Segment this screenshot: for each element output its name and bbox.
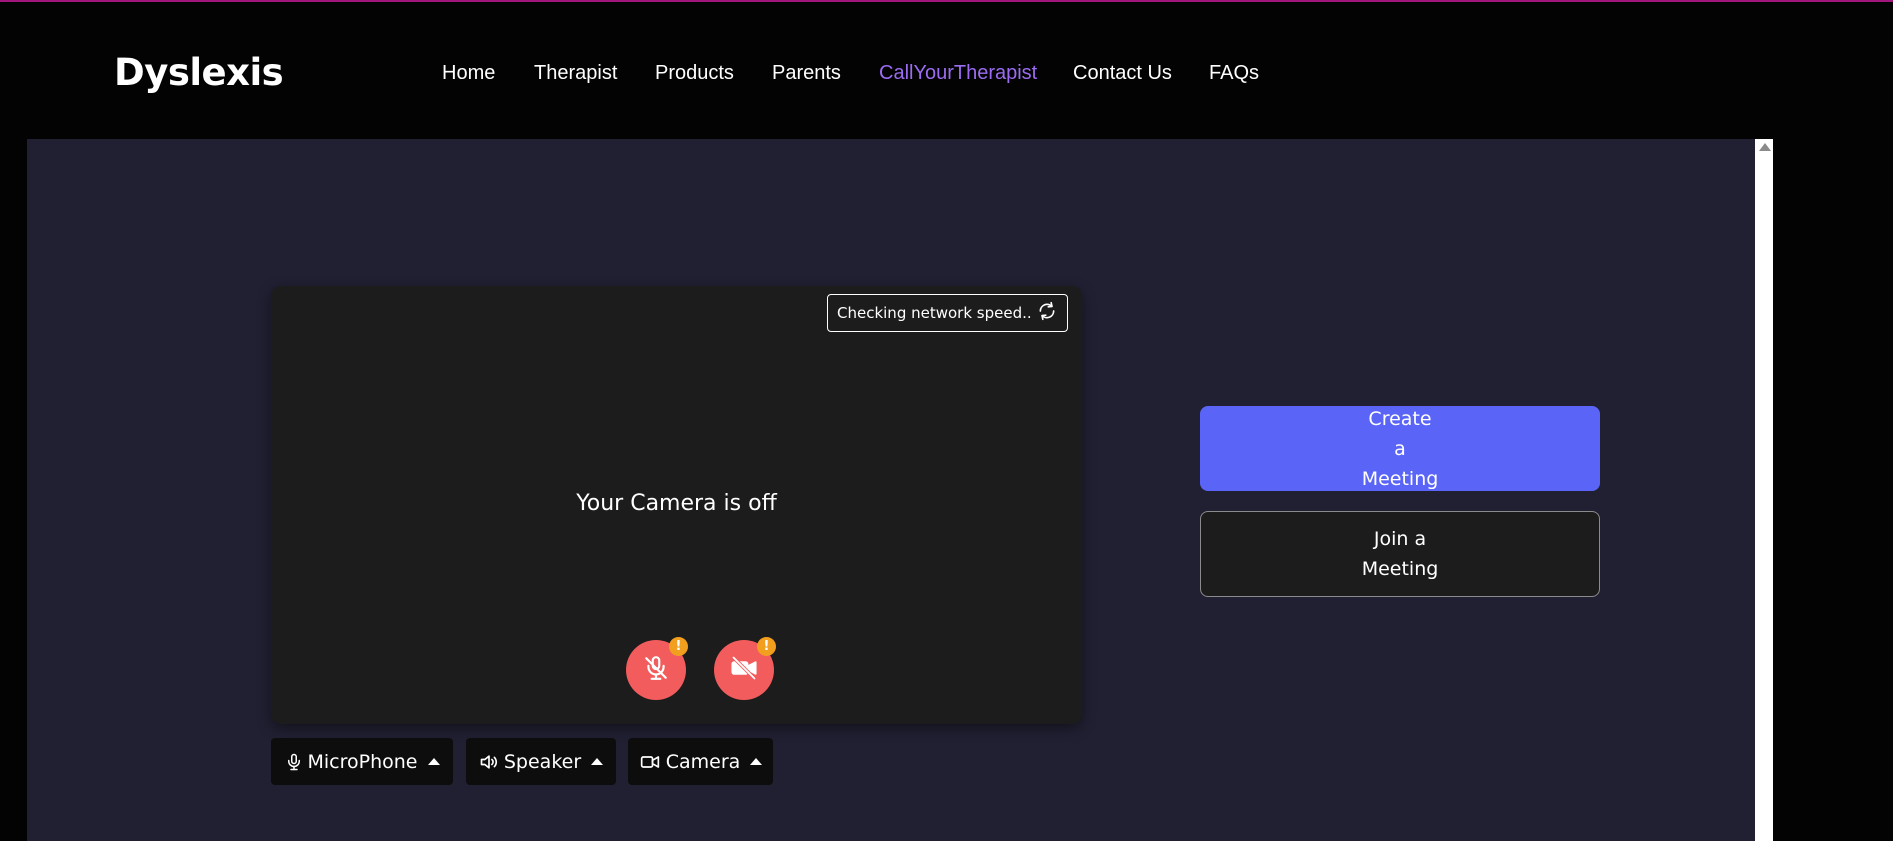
refresh-icon[interactable] <box>1037 301 1057 326</box>
nav-item-callyourtherapist[interactable]: CallYourTherapist <box>879 62 1037 85</box>
create-meeting-label: Create a Meeting <box>1361 407 1439 490</box>
microphone-select-button[interactable]: MicroPhone <box>271 738 453 785</box>
nav-item-contact-us[interactable]: Contact Us <box>1073 62 1172 85</box>
join-meeting-button[interactable]: Join a Meeting <box>1200 511 1600 597</box>
nav-item-home[interactable]: Home <box>442 62 495 85</box>
nav-item-products[interactable]: Products <box>655 62 734 85</box>
join-meeting-label: Join a Meeting <box>1361 528 1439 580</box>
caret-up-icon <box>591 758 604 765</box>
camera-off-message: Your Camera is off <box>576 491 777 516</box>
caret-up-icon <box>427 758 440 765</box>
nav-item-faqs[interactable]: FAQs <box>1209 62 1259 85</box>
camera-warning-badge: ! <box>757 637 776 656</box>
site-header: Dyslexis Home Therapist Products Parents… <box>0 2 1893 139</box>
speaker-select-button[interactable]: Speaker <box>466 738 616 785</box>
camera-label: Camera <box>665 750 741 773</box>
network-status-text: Checking network speed.. <box>837 304 1032 322</box>
nav-item-parents[interactable]: Parents <box>772 62 841 85</box>
caret-up-icon <box>750 758 763 765</box>
frame-scrollbar[interactable] <box>1755 139 1773 841</box>
microphone-icon <box>285 752 303 772</box>
speaker-label: Speaker <box>503 750 582 773</box>
nav-item-therapist[interactable]: Therapist <box>534 62 617 85</box>
create-meeting-button[interactable]: Create a Meeting <box>1200 406 1600 491</box>
network-speed-indicator: Checking network speed.. <box>827 294 1068 332</box>
mic-warning-badge: ! <box>669 637 688 656</box>
mic-toggle-button[interactable]: ! <box>626 637 688 700</box>
mic-off-icon <box>643 655 669 686</box>
video-camera-icon <box>639 752 661 772</box>
camera-preview: Checking network speed.. Your Camera is … <box>271 286 1082 724</box>
camera-select-button[interactable]: Camera <box>628 738 773 785</box>
camera-off-icon <box>730 654 758 687</box>
camera-toggle-button[interactable]: ! <box>714 637 776 700</box>
speaker-icon <box>479 752 499 772</box>
scroll-up-arrow-icon[interactable] <box>1759 143 1771 151</box>
microphone-label: MicroPhone <box>307 750 418 773</box>
main-nav: Home Therapist Products Parents CallYour… <box>0 62 1893 88</box>
